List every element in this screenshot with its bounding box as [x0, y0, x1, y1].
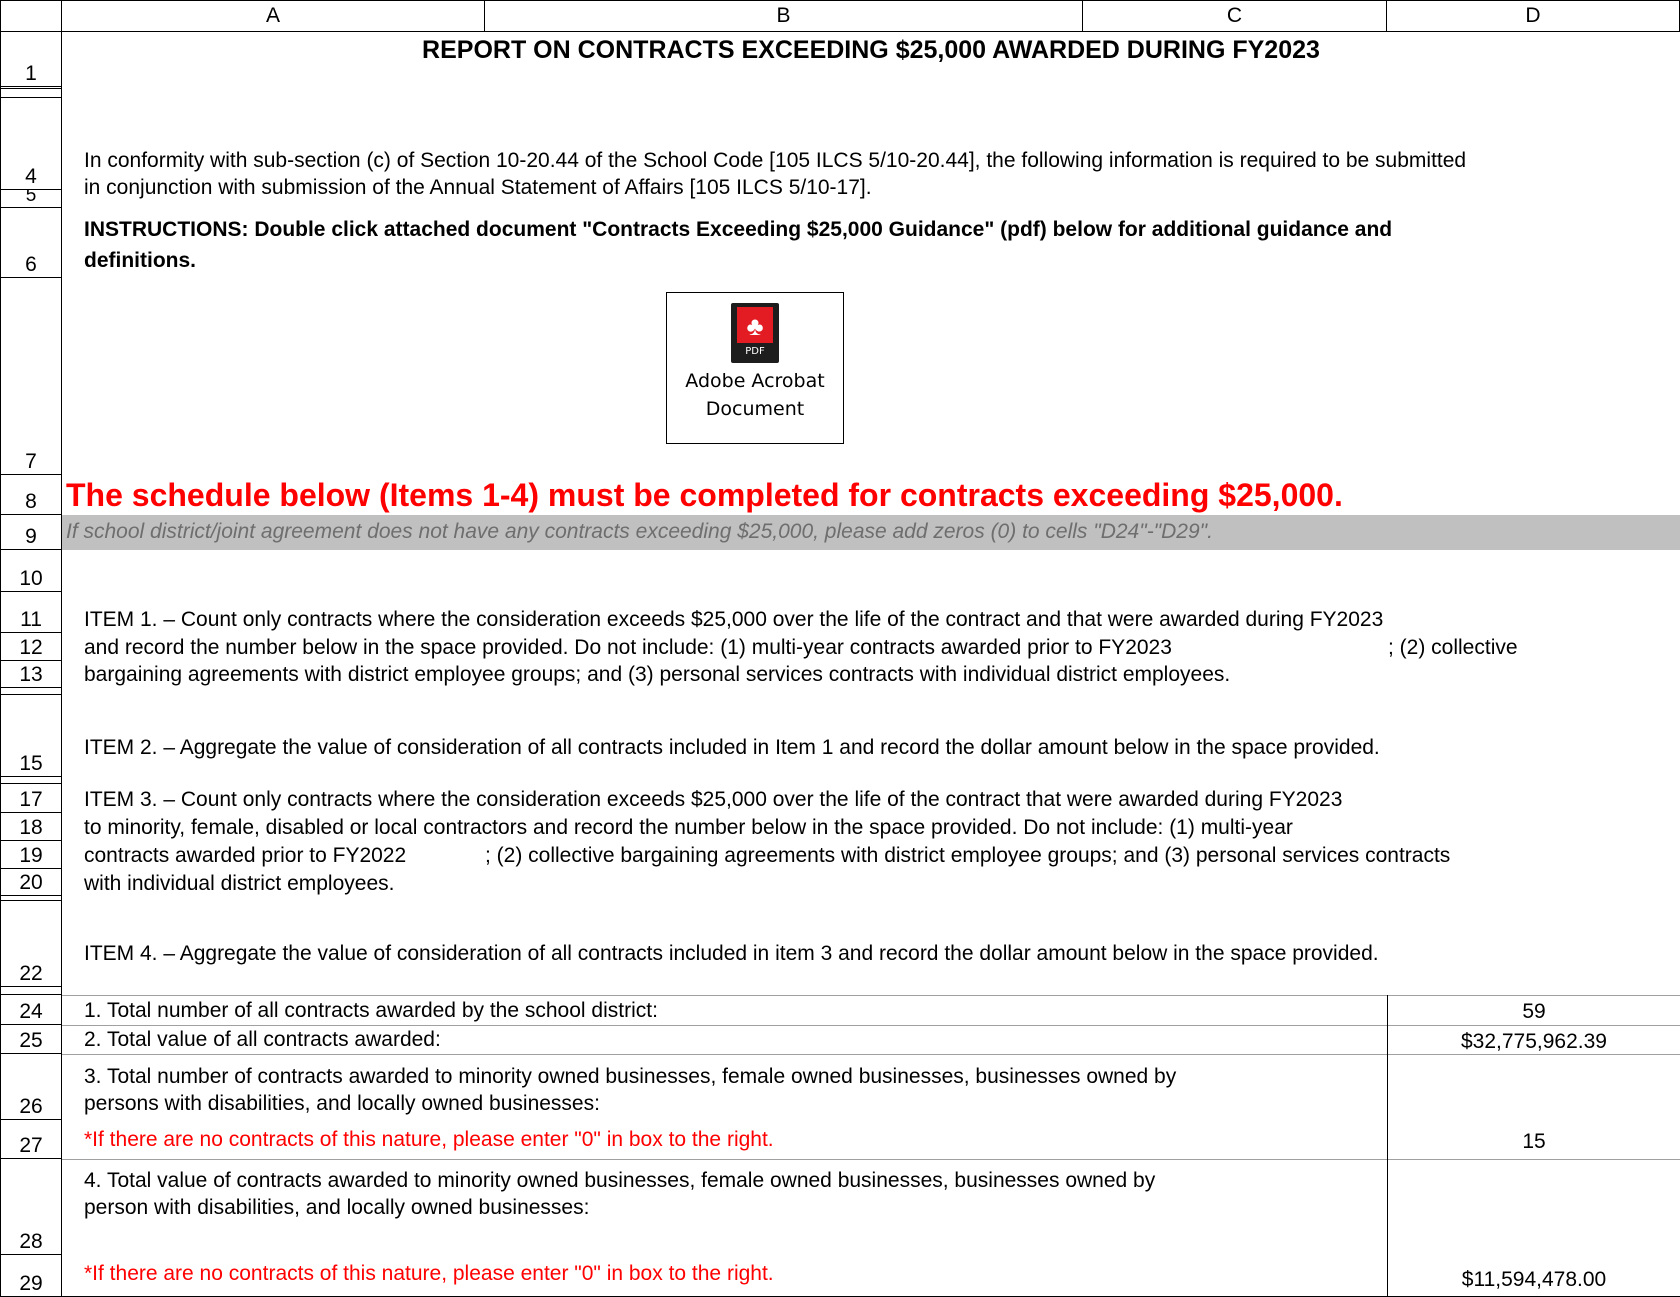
row-header[interactable]: 22: [0, 901, 62, 987]
embedded-pdf-attachment[interactable]: ♣ PDF Adobe Acrobat Document: [666, 292, 844, 444]
row-header[interactable]: 25: [0, 1025, 62, 1054]
item-3-line-4: with individual district employees.: [84, 872, 395, 895]
cell-d27-minority-count[interactable]: 15: [1388, 1130, 1680, 1154]
intro-text-line-1: In conformity with sub-section (c) of Se…: [84, 149, 1467, 172]
row-header[interactable]: 19: [0, 841, 62, 869]
item-3-line-3-end: ; (2) collective bargaining agreements w…: [485, 844, 1451, 867]
row-header[interactable]: 24: [0, 995, 62, 1025]
q3-label-line-2: persons with disabilities, and locally o…: [84, 1092, 600, 1115]
row-header[interactable]: [0, 987, 62, 995]
report-title: REPORT ON CONTRACTS EXCEEDING $25,000 AW…: [422, 36, 1320, 64]
row-header[interactable]: 27: [0, 1120, 62, 1159]
item-3-line-1: ITEM 3. – Count only contracts where the…: [84, 788, 1343, 811]
pdf-icon: ♣ PDF: [731, 303, 779, 363]
row-header[interactable]: [0, 777, 62, 784]
row-header[interactable]: 4: [0, 98, 62, 190]
row-header[interactable]: 12: [0, 633, 62, 661]
row-header[interactable]: 5: [0, 190, 62, 208]
q2-label: 2. Total value of all contracts awarded:: [84, 1028, 441, 1051]
item-4: ITEM 4. – Aggregate the value of conside…: [84, 942, 1379, 965]
q4-note: *If there are no contracts of this natur…: [84, 1262, 774, 1285]
item-1-line-2: and record the number below in the space…: [84, 636, 1172, 659]
q3-label-line-1: 3. Total number of contracts awarded to …: [84, 1065, 1177, 1088]
q4-label-line-1: 4. Total value of contracts awarded to m…: [84, 1169, 1156, 1192]
q4-label-line-2: person with disabilities, and locally ow…: [84, 1196, 590, 1219]
instructions-line-2: definitions.: [84, 249, 196, 272]
schedule-heading: The schedule below (Items 1-4) must be c…: [66, 477, 1343, 513]
row-header[interactable]: 10: [0, 550, 62, 592]
intro-text-line-2: in conjunction with submission of the An…: [84, 176, 872, 199]
row-header[interactable]: 15: [0, 695, 62, 777]
row-header[interactable]: 13: [0, 661, 62, 688]
table-border: [62, 1054, 1680, 1055]
zeros-note: If school district/joint agreement does …: [66, 520, 1213, 543]
table-border: [62, 1159, 1680, 1160]
row-header[interactable]: 1: [0, 32, 62, 87]
row-header[interactable]: 26: [0, 1054, 62, 1120]
item-2: ITEM 2. – Aggregate the value of conside…: [84, 736, 1380, 759]
row-header[interactable]: 29: [0, 1255, 62, 1297]
row-header[interactable]: 20: [0, 869, 62, 896]
item-1-line-2-end: ; (2) collective: [1388, 636, 1518, 659]
item-1-line-1: ITEM 1. – Count only contracts where the…: [84, 608, 1384, 631]
q3-note: *If there are no contracts of this natur…: [84, 1128, 774, 1151]
row-header[interactable]: 8: [0, 475, 62, 515]
row-header[interactable]: [0, 89, 62, 98]
row-header[interactable]: 18: [0, 813, 62, 841]
column-header-b[interactable]: B: [485, 0, 1083, 32]
row-header[interactable]: 9: [0, 515, 62, 550]
item-1-line-3: bargaining agreements with district empl…: [84, 663, 1231, 686]
row-header[interactable]: 11: [0, 592, 62, 633]
item-3-line-2: to minority, female, disabled or local c…: [84, 816, 1293, 839]
row-header[interactable]: 7: [0, 278, 62, 475]
column-header-a[interactable]: A: [62, 0, 485, 32]
column-header-d[interactable]: D: [1387, 0, 1680, 32]
row-header[interactable]: [0, 688, 62, 695]
table-border: [62, 995, 1680, 996]
row-header[interactable]: 6: [0, 208, 62, 278]
cell-d29-minority-value[interactable]: $11,594,478.00: [1388, 1268, 1680, 1292]
instructions-line-1: INSTRUCTIONS: Double click attached docu…: [84, 218, 1393, 241]
select-all-corner[interactable]: [0, 0, 62, 32]
cell-d24-total-contracts[interactable]: 59: [1388, 1000, 1680, 1024]
spreadsheet: A B C D 1 4 5 6 7 8 9 10 11 12 13 15 17 …: [0, 0, 1680, 1297]
row-header[interactable]: 28: [0, 1159, 62, 1255]
column-header-c[interactable]: C: [1083, 0, 1387, 32]
pdf-caption: Adobe Acrobat Document: [685, 370, 825, 420]
q1-label: 1. Total number of all contracts awarded…: [84, 999, 658, 1022]
item-3-line-3: contracts awarded prior to FY2022: [84, 844, 407, 867]
cell-d25-total-value[interactable]: $32,775,962.39: [1388, 1030, 1680, 1054]
row-header[interactable]: 17: [0, 784, 62, 813]
